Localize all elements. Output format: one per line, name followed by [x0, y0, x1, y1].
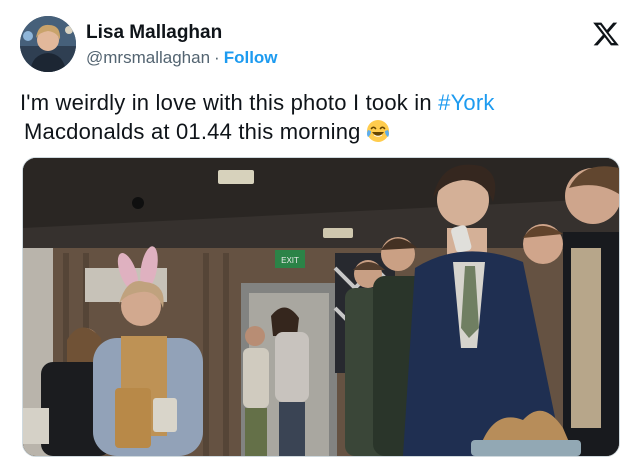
tweet-text-line2: Macdonalds at 01.44 this morning	[24, 119, 361, 144]
author-names: Lisa Mallaghan @mrsmallaghan · Follow	[86, 22, 278, 68]
tweet-text-line2-wrap: Macdonalds at 01.44 this morning	[20, 117, 620, 146]
hashtag-link[interactable]: #York	[438, 90, 494, 115]
avatar[interactable]	[20, 16, 76, 72]
face-with-tears-of-joy-icon	[365, 118, 391, 144]
tweet-photo[interactable]: EXIT	[22, 157, 620, 457]
photo-scene: EXIT	[23, 158, 619, 456]
author-display-name[interactable]: Lisa Mallaghan	[86, 22, 278, 44]
tweet-text: I'm weirdly in love with this photo I to…	[20, 88, 620, 146]
author-handle[interactable]: @mrsmallaghan	[86, 48, 210, 67]
follow-button[interactable]: Follow	[224, 48, 278, 67]
separator-dot: ·	[214, 48, 220, 67]
tweet-header: Lisa Mallaghan @mrsmallaghan · Follow	[20, 14, 624, 76]
author-handle-row: @mrsmallaghan · Follow	[86, 48, 278, 68]
tweet-text-line1: I'm weirdly in love with this photo I to…	[20, 90, 439, 115]
x-logo-icon[interactable]	[592, 20, 620, 48]
